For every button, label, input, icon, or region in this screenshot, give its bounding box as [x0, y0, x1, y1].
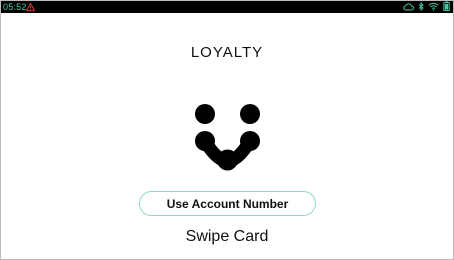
- status-icons: [403, 1, 450, 12]
- warning-triangle-icon: [26, 2, 35, 12]
- loyalty-logo-icon: [195, 104, 260, 171]
- bluetooth-icon: [418, 1, 424, 16]
- app-screen: 05:52 LOYALTY Use Account Number Swipe C…: [0, 0, 454, 260]
- status-bar: 05:52: [1, 1, 453, 13]
- page-title: LOYALTY: [190, 44, 264, 61]
- battery-icon: [443, 1, 450, 16]
- use-account-number-button[interactable]: Use Account Number: [139, 191, 316, 216]
- status-time: 05:52: [3, 2, 27, 12]
- swipe-card-label: Swipe Card: [185, 228, 269, 245]
- cloud-icon: [403, 1, 414, 16]
- use-account-number-label: Use Account Number: [166, 196, 289, 211]
- wifi-icon: [428, 1, 439, 16]
